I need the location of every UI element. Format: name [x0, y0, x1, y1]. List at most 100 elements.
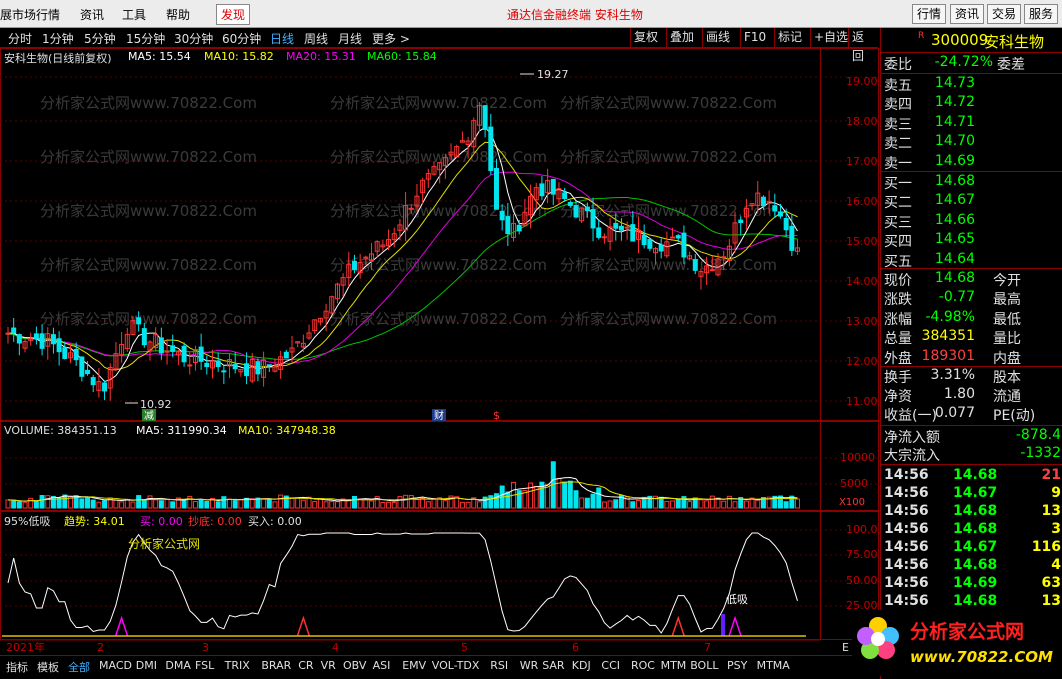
indicator-tick: 100.0	[846, 523, 878, 536]
btn-quotes[interactable]: 行情	[912, 4, 947, 24]
candle-body	[647, 239, 653, 249]
indicator-tab-mtma[interactable]: MTMA	[757, 659, 790, 672]
marker-reduce[interactable]: 减	[144, 410, 154, 422]
btn-service[interactable]: 服务	[1024, 4, 1059, 24]
indicator-tab-fsl[interactable]: FSL	[195, 659, 214, 672]
tick-volume: 13	[1041, 593, 1061, 609]
tick-row: 14:56 14.69 63	[881, 575, 1062, 594]
indicator-tab-vol-tdx[interactable]: VOL-TDX	[432, 659, 480, 672]
btn-adjust[interactable]: 复权	[630, 28, 661, 47]
period-intraday[interactable]: 分时	[8, 30, 32, 47]
indicator-tab-brar[interactable]: BRAR	[261, 659, 291, 672]
indicator-tab-rsi[interactable]: RSI	[490, 659, 508, 672]
low-buy-bar	[721, 614, 725, 636]
volume-bar	[238, 499, 244, 509]
menu-news[interactable]: 资讯	[80, 6, 104, 23]
indicator-tab-boll[interactable]: BOLL	[690, 659, 718, 672]
indicator-tab-macd[interactable]: MACD	[99, 659, 132, 672]
price-tick: 12.00	[846, 355, 878, 368]
candle-body	[624, 226, 630, 229]
flow-row-1: 大宗流入 -1332	[881, 445, 1062, 464]
tick-row: 14:56 14.67 116	[881, 539, 1062, 558]
period-5min[interactable]: 5分钟	[84, 30, 116, 47]
candle-body	[670, 236, 676, 239]
volume-bar	[187, 495, 193, 509]
sell-level-1-value: 14.69	[934, 152, 975, 169]
btn-info[interactable]: 资讯	[950, 4, 985, 24]
flow-value: -1332	[1020, 445, 1061, 461]
volume-bar	[403, 494, 409, 509]
indicator-tab-模板[interactable]: 模板	[37, 659, 59, 675]
indicator-low-label: 低吸	[726, 593, 748, 606]
volume-bar	[590, 493, 596, 509]
marker-dividend[interactable]: $	[493, 409, 500, 422]
indicator-tab-wr[interactable]: WR	[520, 659, 539, 672]
indicator-tab-roc[interactable]: ROC	[631, 659, 655, 672]
period-monthly[interactable]: 月线	[338, 30, 362, 47]
period-more[interactable]: 更多 >	[372, 30, 410, 47]
tick-volume: 4	[1051, 557, 1061, 573]
volume-bar	[386, 501, 392, 509]
indicator-tab-cr[interactable]: CR	[298, 659, 313, 672]
stat2-1-label: 净资	[884, 389, 912, 405]
menu-market[interactable]: 展市场行情	[0, 6, 60, 23]
period-1min[interactable]: 1分钟	[42, 30, 74, 47]
indicator-tab-obv[interactable]: OBV	[343, 659, 366, 672]
volume-bar	[414, 499, 420, 509]
volume-bar	[351, 495, 357, 509]
btn-f10[interactable]: F10	[740, 28, 769, 47]
chart-title: 安科生物(日线前复权)	[4, 52, 112, 65]
indicator-tab-cci[interactable]: CCI	[601, 659, 620, 672]
indicator-tab-指标[interactable]: 指标	[6, 659, 28, 675]
candle-body	[181, 345, 187, 363]
indicator-tab-mtm[interactable]: MTM	[661, 659, 687, 672]
buy-level-4: 买四 14.65	[881, 231, 1062, 250]
menu-help[interactable]: 帮助	[166, 6, 190, 23]
period-30min[interactable]: 30分钟	[174, 30, 213, 47]
indicator-tab-psy[interactable]: PSY	[727, 659, 747, 672]
period-weekly[interactable]: 周线	[304, 30, 328, 47]
menu-discover[interactable]: 发现	[216, 4, 251, 25]
indicator-tab-trix[interactable]: TRIX	[225, 659, 250, 672]
period-toolbar: 分时 1分钟 5分钟 15分钟 30分钟 60分钟 日线 周线 月线 更多 > …	[0, 28, 878, 63]
indicator-tab-dmi[interactable]: DMI	[136, 659, 157, 672]
indicator-tab-dma[interactable]: DMA	[165, 659, 191, 672]
volume-bar	[420, 497, 426, 509]
period-daily[interactable]: 日线	[270, 30, 294, 47]
volume-bar	[323, 501, 329, 509]
stat-1-label: 涨跌	[884, 292, 912, 309]
marker-finance[interactable]: 财	[434, 409, 444, 422]
price-tick: 13.00	[846, 315, 878, 328]
period-60min[interactable]: 60分钟	[222, 30, 261, 47]
candle-body	[90, 377, 96, 386]
stat-0: 现价 14.68 今开	[881, 270, 1062, 289]
indicator-tab-sar[interactable]: SAR	[542, 659, 564, 672]
stat2-0-value: 3.31%	[930, 367, 975, 383]
tick-price: 14.69	[953, 575, 998, 591]
kline-chart[interactable]: 分析家公式网www.70822.Com 分析家公式网www.70822.Com 分析…	[0, 48, 880, 655]
candle-body	[550, 178, 556, 195]
btn-draw[interactable]: 画线	[702, 28, 733, 47]
stat2-0: 换手 3.31% 股本	[881, 367, 1062, 386]
volume-bar	[164, 499, 170, 509]
price-tick: 11.00	[846, 395, 878, 408]
indicator-tick: 75.00	[846, 548, 878, 561]
indicator-tab-emv[interactable]: EMV	[402, 659, 426, 672]
volume-bar	[124, 498, 130, 509]
stat2-1-value: 1.80	[943, 386, 975, 402]
indicator-tab-kdj[interactable]: KDJ	[572, 659, 591, 672]
indicator-tab-asi[interactable]: ASI	[373, 659, 391, 672]
volume-bar	[170, 501, 176, 509]
btn-overlay[interactable]: 叠加	[666, 28, 697, 47]
indicator-tab-全部[interactable]: 全部	[68, 659, 90, 675]
btn-mark[interactable]: 标记	[774, 28, 805, 47]
btn-add-watch[interactable]: +自选	[810, 28, 851, 47]
period-15min[interactable]: 15分钟	[126, 30, 165, 47]
candle-body	[641, 234, 647, 246]
menu-tools[interactable]: 工具	[122, 6, 146, 23]
btn-trade[interactable]: 交易	[987, 4, 1022, 24]
indicator-tab-vr[interactable]: VR	[321, 659, 336, 672]
stat-3-label2: 量比	[993, 331, 1021, 348]
volume-bar	[158, 500, 164, 509]
btn-back[interactable]: 返回	[848, 28, 878, 63]
